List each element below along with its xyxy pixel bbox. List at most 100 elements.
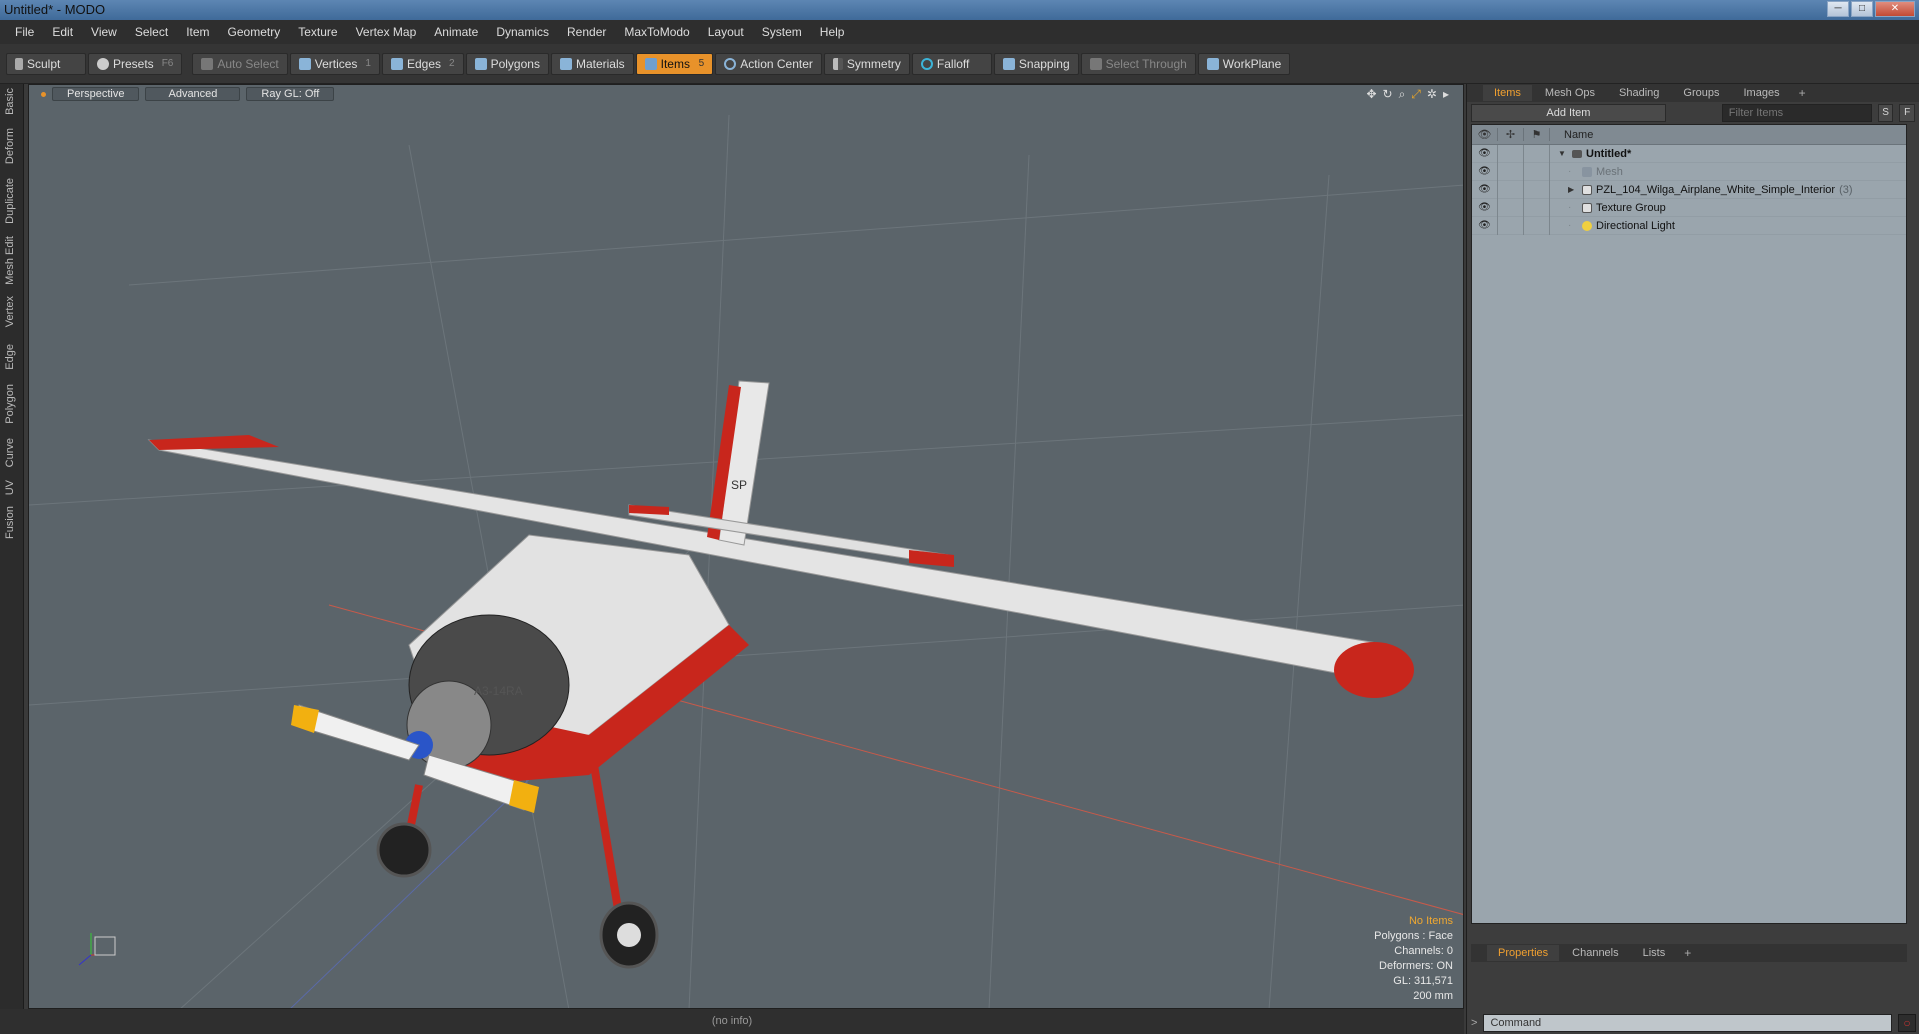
crosshair-icon	[724, 57, 737, 70]
lock-column-icon[interactable]: ✢	[1498, 128, 1524, 141]
vertices-button[interactable]: Vertices 1	[289, 52, 380, 75]
expand-arrow-icon[interactable]: ▸	[1443, 87, 1449, 102]
vertex-icon	[298, 57, 311, 70]
viewport-info: No Items Polygons : Face Channels: 0 Def…	[1374, 914, 1453, 1004]
eye-icon[interactable]: 👁	[1472, 198, 1498, 217]
tree-row-directional-light[interactable]: 👁 · Directional Light	[1472, 216, 1906, 235]
scene-icon	[1572, 149, 1582, 158]
move-icon[interactable]: ✥	[1366, 87, 1376, 102]
add-item-button[interactable]: Add Item	[1471, 104, 1666, 122]
menu-maxtomodo[interactable]: MaxToModo	[615, 25, 698, 39]
material-icon	[559, 57, 572, 70]
snapping-button[interactable]: Snapping	[993, 52, 1079, 75]
symmetry-button[interactable]: Symmetry	[823, 52, 910, 75]
tab-fusion[interactable]: Fusion	[4, 506, 16, 539]
tab-channels[interactable]: Channels	[1561, 945, 1629, 961]
expand-arrow-icon[interactable]: ▶	[1568, 185, 1578, 194]
menu-system[interactable]: System	[753, 25, 811, 39]
maximize-button[interactable]: □	[1851, 1, 1873, 17]
tab-uv[interactable]: UV	[4, 480, 16, 495]
menu-edit[interactable]: Edit	[43, 25, 82, 39]
minimize-button[interactable]: ─	[1827, 1, 1849, 17]
tab-mesh-edit[interactable]: Mesh Edit	[4, 236, 16, 285]
tab-polygon[interactable]: Polygon	[4, 384, 16, 424]
menu-item[interactable]: Item	[177, 25, 218, 39]
properties-tabs: Properties Channels Lists +	[1471, 944, 1907, 962]
advanced-shading-button[interactable]: Advanced	[145, 87, 241, 101]
menu-layout[interactable]: Layout	[699, 25, 753, 39]
3d-viewport[interactable]: A3-14RA SP Perspective Advanced Ray GL: …	[28, 84, 1464, 1009]
collapse-arrow-icon[interactable]: ▼	[1558, 149, 1568, 158]
menu-vertex-map[interactable]: Vertex Map	[347, 25, 426, 39]
menu-texture[interactable]: Texture	[289, 25, 346, 39]
tab-lists[interactable]: Lists	[1632, 945, 1677, 961]
gl-info: GL: 311,571	[1393, 975, 1453, 987]
tab-vertex[interactable]: Vertex	[4, 296, 16, 327]
menu-view[interactable]: View	[82, 25, 126, 39]
eye-icon[interactable]: 👁	[1472, 162, 1498, 181]
tab-shading[interactable]: Shading	[1608, 85, 1670, 101]
falloff-button[interactable]: Falloff	[911, 52, 992, 75]
add-tab-icon[interactable]: +	[1678, 946, 1697, 960]
action-center-button[interactable]: Action Center	[715, 52, 822, 75]
tab-items[interactable]: Items	[1483, 85, 1532, 101]
fit-icon[interactable]: ⤢	[1411, 87, 1421, 102]
tree-row-scene[interactable]: 👁 ▼ Untitled*	[1472, 144, 1906, 163]
tab-deform[interactable]: Deform	[4, 128, 16, 164]
viewport-header: Perspective Advanced Ray GL: Off	[29, 85, 1463, 103]
tab-images[interactable]: Images	[1733, 85, 1791, 101]
rotate-icon[interactable]: ↻	[1383, 87, 1393, 102]
tab-mesh-ops[interactable]: Mesh Ops	[1534, 85, 1606, 101]
s-toggle-button[interactable]: S	[1877, 104, 1894, 122]
snap-icon	[1002, 57, 1015, 70]
aircraft-registration-decal: A3-14RA	[474, 684, 523, 698]
tab-basic[interactable]: Basic	[4, 88, 16, 115]
tree-row-airplane[interactable]: 👁 ▶ PZL_104_Wilga_Airplane_White_Simple_I…	[1472, 180, 1906, 199]
f-toggle-button[interactable]: F	[1899, 104, 1915, 122]
close-button[interactable]: ✕	[1875, 1, 1915, 17]
select-through-button[interactable]: Select Through	[1080, 52, 1196, 75]
tree-row-texture-group[interactable]: 👁 · Texture Group	[1472, 198, 1906, 217]
menu-geometry[interactable]: Geometry	[219, 25, 290, 39]
tab-duplicate[interactable]: Duplicate	[4, 178, 16, 224]
menu-select[interactable]: Select	[126, 25, 177, 39]
zoom-icon[interactable]: ⌕	[1399, 87, 1406, 102]
tab-properties[interactable]: Properties	[1487, 945, 1560, 961]
tool-tabs: Basic Deform Duplicate Mesh Edit Vertex …	[0, 84, 24, 1009]
render-column-icon[interactable]: ⚑	[1524, 128, 1550, 141]
menu-dynamics[interactable]: Dynamics	[487, 25, 558, 39]
visibility-column-icon[interactable]: 👁	[1472, 128, 1498, 141]
tab-edge[interactable]: Edge	[4, 344, 16, 370]
tail-decal: SP	[731, 478, 747, 492]
polygons-info: Polygons : Face	[1374, 930, 1453, 942]
tab-curve[interactable]: Curve	[4, 438, 16, 467]
items-button[interactable]: Items 5	[635, 52, 714, 75]
sculpt-button[interactable]: Sculpt	[6, 52, 86, 75]
group-icon	[1582, 202, 1592, 213]
menu-help[interactable]: Help	[811, 25, 854, 39]
eye-icon[interactable]: 👁	[1472, 216, 1498, 235]
eye-icon[interactable]: 👁	[1472, 180, 1498, 199]
polygons-button[interactable]: Polygons	[465, 52, 549, 75]
menu-file[interactable]: File	[6, 25, 43, 39]
viewport-menu-icon[interactable]	[41, 91, 46, 97]
edges-button[interactable]: Edges 2	[381, 52, 464, 75]
tree-row-mesh[interactable]: 👁 · Mesh	[1472, 162, 1906, 181]
command-prompt: >	[1471, 1017, 1478, 1029]
settings-icon[interactable]: ✲	[1427, 87, 1437, 102]
ray-gl-button[interactable]: Ray GL: Off	[246, 87, 335, 101]
tab-groups[interactable]: Groups	[1672, 85, 1730, 101]
menu-render[interactable]: Render	[558, 25, 615, 39]
eye-icon[interactable]: 👁	[1472, 144, 1498, 163]
materials-button[interactable]: Materials	[550, 52, 634, 75]
workplane-button[interactable]: WorkPlane	[1197, 52, 1291, 75]
add-tab-icon[interactable]: +	[1793, 86, 1812, 100]
command-input[interactable]: Command	[1483, 1014, 1892, 1032]
auto-select-button[interactable]: Auto Select	[192, 52, 288, 75]
menu-animate[interactable]: Animate	[425, 25, 487, 39]
filter-items-input[interactable]	[1721, 104, 1872, 122]
perspective-button[interactable]: Perspective	[52, 87, 140, 101]
command-history-icon[interactable]: ○	[1898, 1014, 1916, 1032]
presets-button[interactable]: Presets F6	[88, 52, 183, 75]
name-column-header[interactable]: Name	[1550, 129, 1593, 141]
